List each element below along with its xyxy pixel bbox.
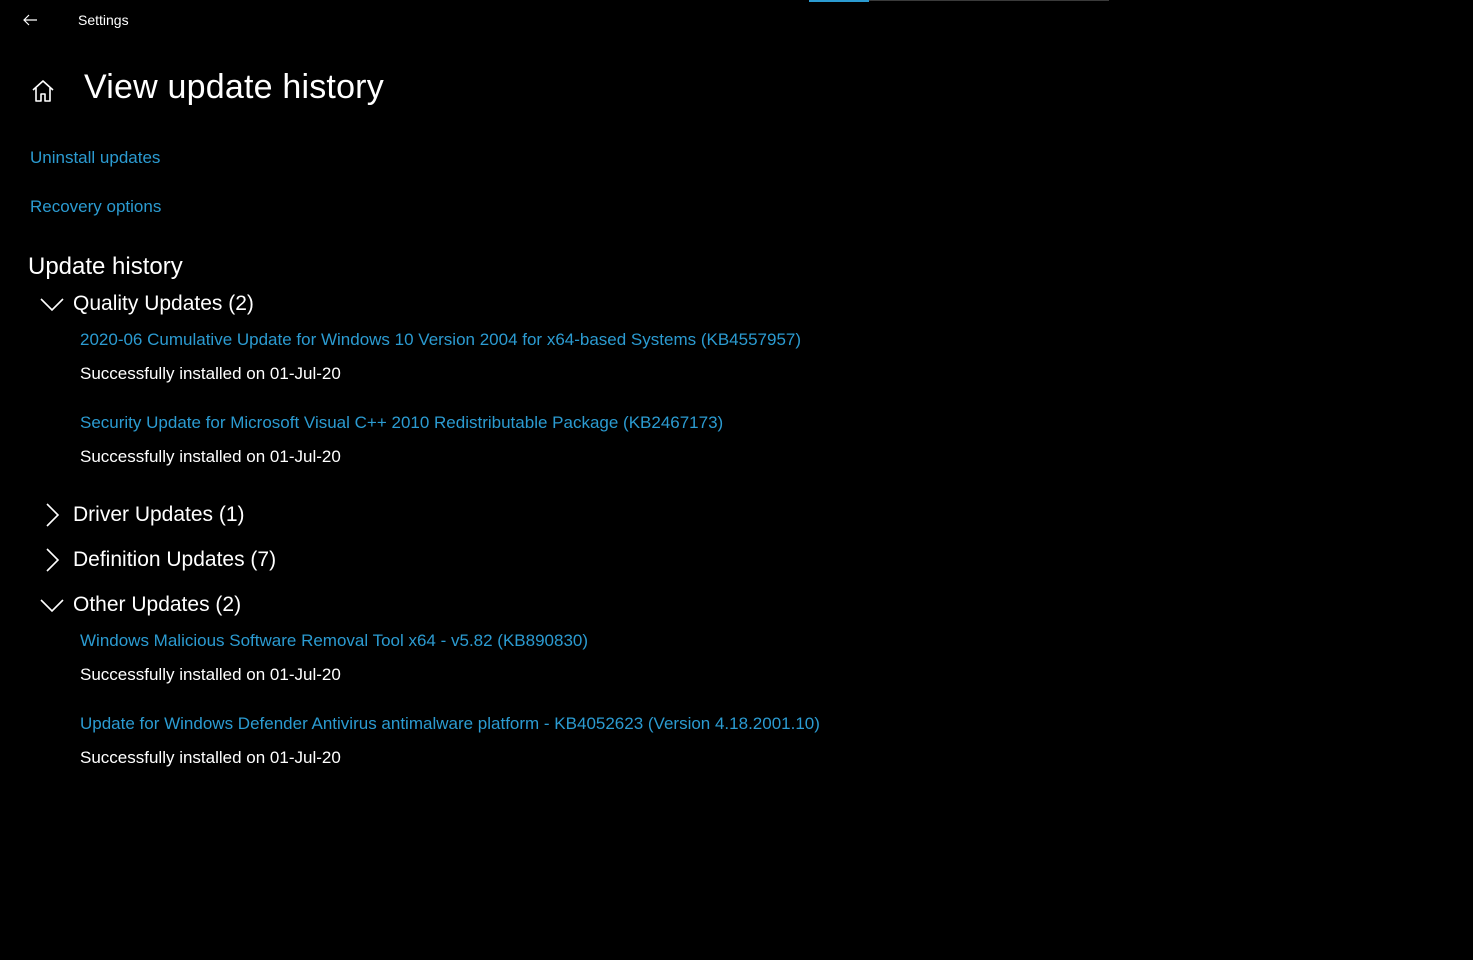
update-status: Successfully installed on 01-Jul-20: [80, 665, 341, 684]
group-label: Definition Updates (7): [73, 548, 277, 571]
group-definition-updates[interactable]: Definition Updates (7): [36, 544, 276, 576]
chevron-right-icon: [36, 500, 68, 530]
update-link-kb4557957[interactable]: 2020-06 Cumulative Update for Windows 10…: [80, 330, 801, 350]
app-title: Settings: [78, 12, 129, 28]
page-title: View update history: [84, 68, 384, 106]
group-other-updates[interactable]: Other Updates (2): [36, 589, 241, 621]
home-icon[interactable]: [28, 76, 58, 106]
group-label: Quality Updates (2): [73, 292, 254, 315]
update-link-kb2467173[interactable]: Security Update for Microsoft Visual C++…: [80, 413, 723, 433]
chevron-down-icon: [36, 289, 68, 319]
update-status: Successfully installed on 01-Jul-20: [80, 447, 341, 466]
group-label: Other Updates (2): [73, 593, 242, 616]
update-link-kb890830[interactable]: Windows Malicious Software Removal Tool …: [80, 631, 588, 651]
update-history-heading: Update history: [28, 253, 183, 280]
back-arrow-icon: [23, 14, 37, 26]
recovery-options-link[interactable]: Recovery options: [30, 197, 161, 217]
settings-window: Settings View update history Uninstall u…: [0, 0, 1473, 960]
group-quality-updates[interactable]: Quality Updates (2): [36, 288, 254, 320]
uninstall-updates-link[interactable]: Uninstall updates: [30, 148, 160, 168]
update-status: Successfully installed on 01-Jul-20: [80, 748, 341, 767]
group-driver-updates[interactable]: Driver Updates (1): [36, 499, 245, 531]
chevron-right-icon: [36, 545, 68, 575]
title-bar: Settings: [0, 0, 1473, 40]
group-label: Driver Updates (1): [73, 503, 245, 526]
update-link-kb4052623[interactable]: Update for Windows Defender Antivirus an…: [80, 714, 820, 734]
back-button[interactable]: [14, 6, 46, 34]
update-status: Successfully installed on 01-Jul-20: [80, 364, 341, 383]
chevron-down-icon: [36, 590, 68, 620]
